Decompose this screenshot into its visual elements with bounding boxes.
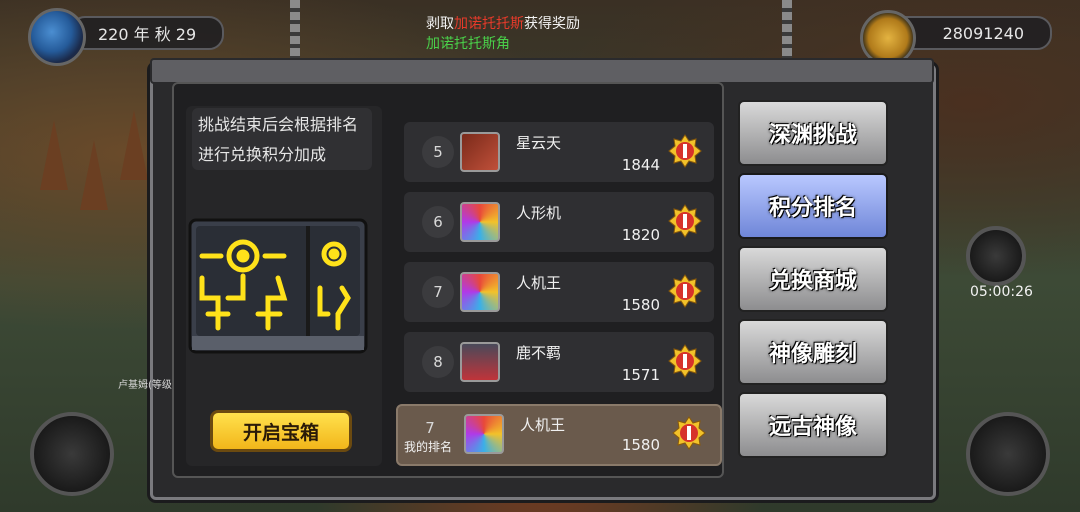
- rank-medal-icon: [668, 134, 702, 168]
- table-row: 8 鹿不羁 1571: [404, 332, 714, 392]
- my-rank-row: 7 我的排名 人机王 1580: [396, 404, 722, 466]
- player-score: 1580: [621, 296, 660, 314]
- player-score: 1571: [621, 366, 660, 384]
- table-row: 5 星云天 1844: [404, 122, 714, 182]
- player-name: 人机王: [516, 274, 562, 292]
- player-name: 星云天: [516, 134, 562, 152]
- event-monster-icon[interactable]: [966, 226, 1026, 286]
- open-chest-button[interactable]: 开启宝箱: [210, 410, 352, 452]
- player-name: 人形机: [516, 204, 562, 222]
- player-name: 人机王: [520, 416, 566, 434]
- notice-prefix: 剥取: [426, 16, 454, 32]
- rank-number: 8: [422, 346, 454, 378]
- tab-ancient-statue[interactable]: 远古神像: [738, 392, 888, 458]
- rank-medal-icon: [668, 344, 702, 378]
- tab-exchange-shop[interactable]: 兑换商城: [738, 246, 888, 312]
- tab-statue-carving[interactable]: 神像雕刻: [738, 319, 888, 385]
- player-score: 1820: [621, 226, 660, 244]
- player-name: 鹿不羁: [516, 344, 562, 362]
- notice-item: 加诺托托斯: [454, 16, 524, 32]
- rank-medal-icon: [668, 204, 702, 238]
- rank-number: 7: [422, 276, 454, 308]
- rock-spike: [40, 120, 68, 190]
- tab-points-ranking[interactable]: 积分排名: [738, 173, 888, 239]
- player-score: 1844: [621, 156, 660, 174]
- world-globe-icon[interactable]: [28, 8, 86, 66]
- player-avatar: [460, 202, 500, 242]
- panel-top-bar: [150, 58, 934, 84]
- rank-number: 6: [422, 206, 454, 238]
- hanging-chain: [290, 0, 300, 60]
- rock-spike: [120, 110, 148, 180]
- player-avatar: [460, 132, 500, 172]
- treasure-chest-icon: [188, 218, 368, 354]
- rock-spike: [80, 140, 108, 210]
- player-score: 1580: [621, 436, 660, 454]
- loot-notice: 剥取加诺托托斯获得奖励 加诺托托斯角: [426, 14, 580, 54]
- player-avatar: [464, 414, 504, 454]
- date-text: 220 年 秋 29: [98, 25, 197, 44]
- guild-shield-button[interactable]: [966, 412, 1050, 496]
- hanging-chain: [782, 0, 792, 60]
- notice-middle: 获得奖励: [524, 16, 580, 32]
- notice-reward: 加诺托托斯角: [426, 36, 510, 52]
- event-timer: 05:00:26: [970, 284, 1033, 300]
- rank-bonus-tip: 挑战结束后会根据排名进行兑换积分加成: [192, 108, 372, 170]
- rank-medal-icon: [672, 416, 706, 450]
- tab-abyss-challenge[interactable]: 深渊挑战: [738, 100, 888, 166]
- town-building-button[interactable]: [30, 412, 114, 496]
- my-rank-label: 我的排名: [404, 440, 453, 454]
- gold-amount: 28091240: [942, 23, 1024, 43]
- rank-medal-icon: [668, 274, 702, 308]
- rank-number: 5: [422, 136, 454, 168]
- player-avatar: [460, 342, 500, 382]
- table-row: 7 人机王 1580: [404, 262, 714, 322]
- table-row: 6 人形机 1820: [404, 192, 714, 252]
- map-location-label: 卢基姆(等级: [118, 380, 172, 391]
- date-display: 220 年 秋 29: [70, 16, 224, 50]
- player-avatar: [460, 272, 500, 312]
